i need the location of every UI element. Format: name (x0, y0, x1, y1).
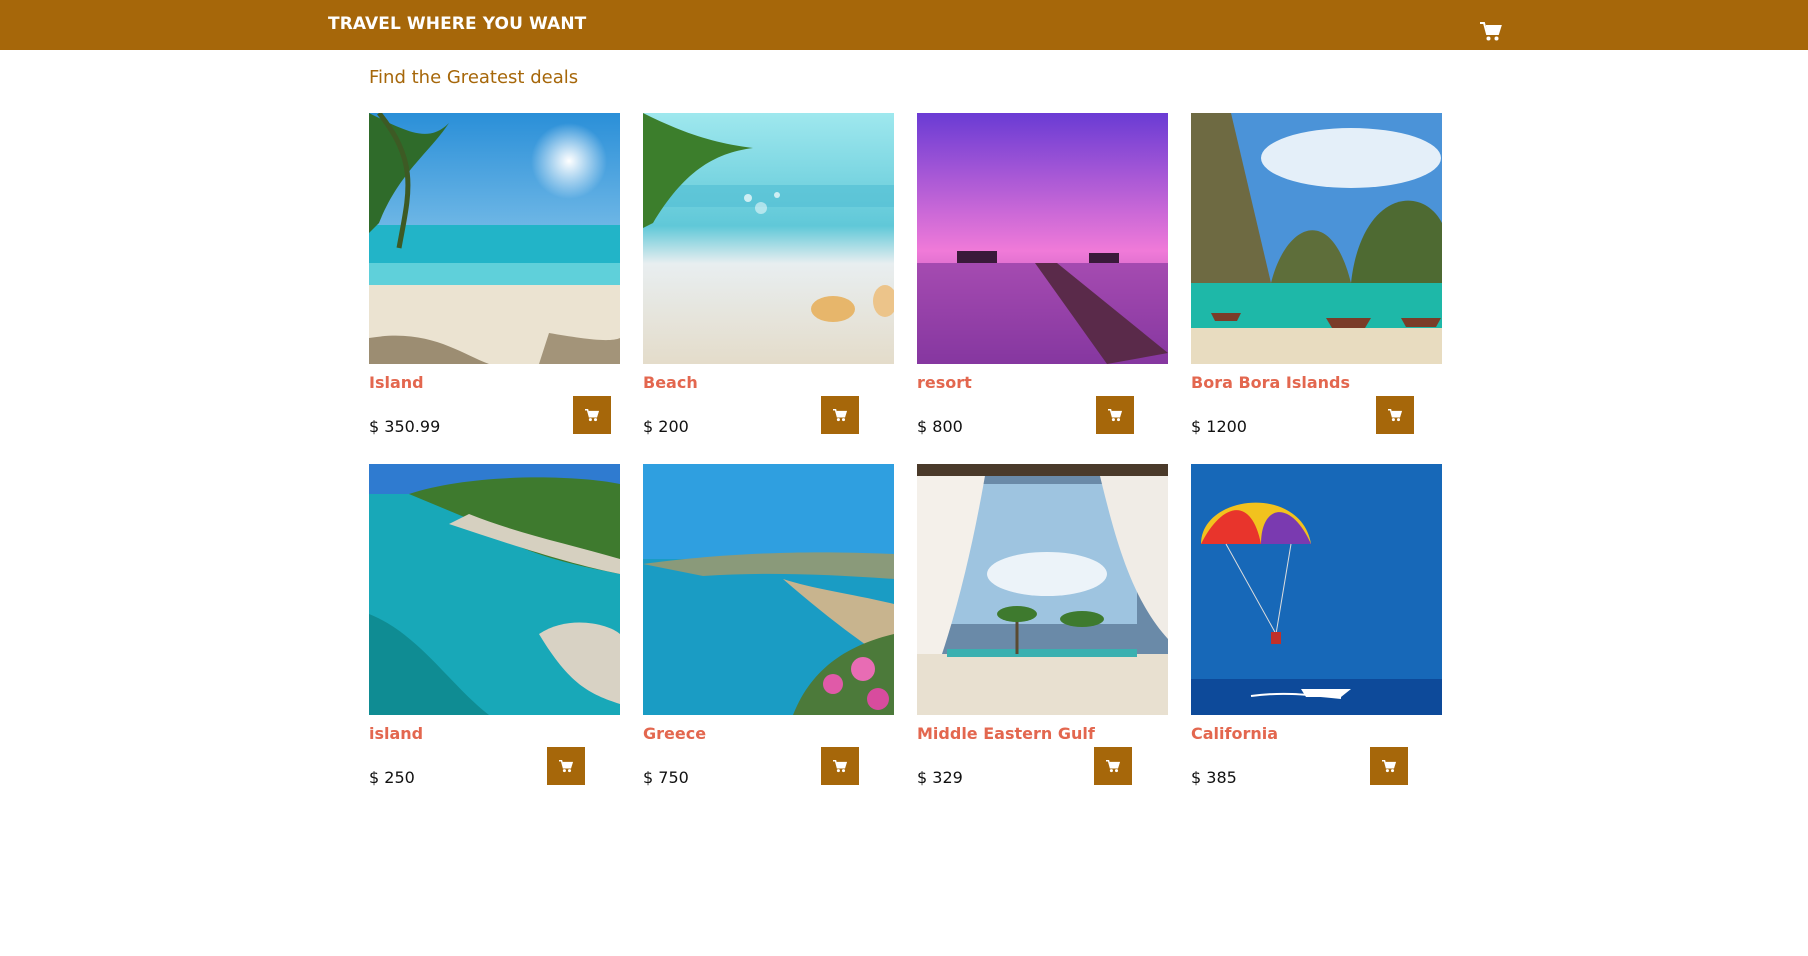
product-price: $ 385 (1191, 768, 1237, 787)
cart-icon (585, 408, 599, 421)
product-name: Beach (643, 373, 698, 392)
page-subtitle: Find the Greatest deals (369, 67, 579, 88)
cart-icon (1382, 759, 1396, 772)
brand-title[interactable]: TRAVEL WHERE YOU WANT (328, 14, 586, 34)
product-name: Bora Bora Islands (1191, 373, 1351, 392)
product-card[interactable]: Beach $ 200 (643, 113, 894, 436)
product-price: $ 350.99 (369, 417, 441, 436)
product-name: California (1191, 724, 1279, 743)
product-image-turquoise-cove[interactable] (369, 464, 620, 715)
add-to-cart-button[interactable] (821, 396, 859, 434)
product-image-parasailing[interactable] (1191, 464, 1442, 715)
add-to-cart-button[interactable] (1376, 396, 1414, 434)
cart-icon (833, 408, 847, 421)
cart-icon (1388, 408, 1402, 421)
cart-icon (1108, 408, 1122, 421)
product-grid: Island $ 350.99 Beach $ 200 resort $ 800… (369, 113, 1455, 787)
shopping-cart-icon[interactable] (1480, 22, 1502, 42)
product-card[interactable]: Island $ 350.99 (369, 113, 620, 436)
top-navigation-bar: TRAVEL WHERE YOU WANT (0, 0, 1808, 50)
product-price: $ 750 (643, 768, 689, 787)
product-image-cliffs-boats[interactable] (1191, 113, 1442, 364)
cart-icon (833, 759, 847, 772)
product-price: $ 329 (917, 768, 963, 787)
add-to-cart-button[interactable] (821, 747, 859, 785)
product-card[interactable]: Middle Eastern Gulf $ 329 (917, 464, 1168, 787)
product-name: Greece (643, 724, 707, 743)
product-card[interactable]: island $ 250 (369, 464, 620, 787)
product-name: Middle Eastern Gulf (917, 724, 1095, 743)
product-name: resort (917, 373, 972, 392)
product-name: island (369, 724, 424, 743)
product-price: $ 1200 (1191, 417, 1247, 436)
product-image-resort-sunset[interactable] (917, 113, 1168, 364)
product-card[interactable]: Greece $ 750 (643, 464, 894, 787)
product-card[interactable]: California $ 385 (1191, 464, 1442, 787)
add-to-cart-button[interactable] (547, 747, 585, 785)
product-price: $ 200 (643, 417, 689, 436)
add-to-cart-button[interactable] (1094, 747, 1132, 785)
product-image-curtain-beach[interactable] (917, 464, 1168, 715)
cart-icon (1106, 759, 1120, 772)
add-to-cart-button[interactable] (1096, 396, 1134, 434)
product-price: $ 800 (917, 417, 963, 436)
add-to-cart-button[interactable] (1370, 747, 1408, 785)
product-image-coastal-town[interactable] (643, 464, 894, 715)
product-card[interactable]: Bora Bora Islands $ 1200 (1191, 113, 1442, 436)
product-image-sandy-beach[interactable] (643, 113, 894, 364)
product-image-tropical-beach[interactable] (369, 113, 620, 364)
product-price: $ 250 (369, 768, 415, 787)
product-card[interactable]: resort $ 800 (917, 113, 1168, 436)
product-name: Island (369, 373, 424, 392)
add-to-cart-button[interactable] (573, 396, 611, 434)
cart-icon (559, 759, 573, 772)
